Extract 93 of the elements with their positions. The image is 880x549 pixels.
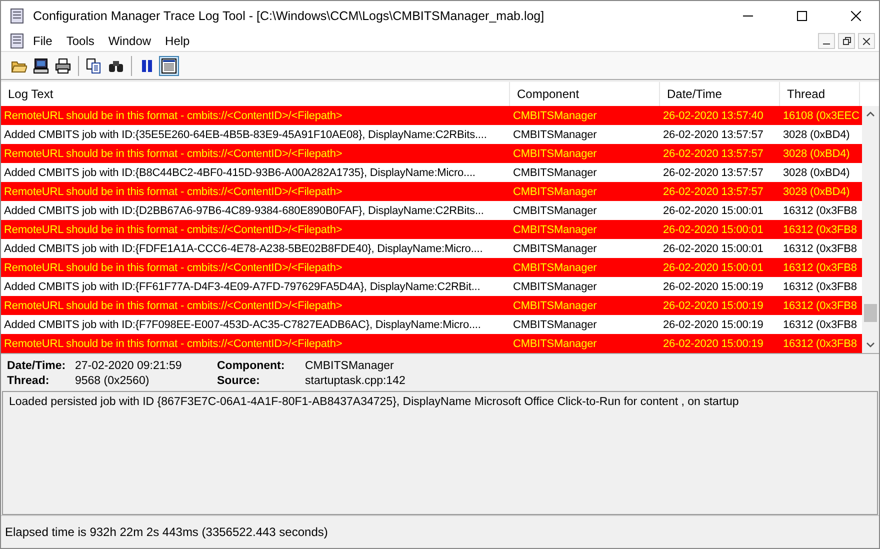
table-cell-text: RemoteURL should be in this format - cmbits://<ContentID>/<Filepath> (3, 108, 344, 124)
table-cell-text: RemoteURL should be in this format - cmbits://<ContentID>/<Filepath> (3, 222, 344, 238)
table-cell-text: 26-02-2020 15:00:19 (662, 318, 764, 332)
window-title: Configuration Manager Trace Log Tool - [C:\Windows\CCM\Logs\CMBITSManager_mab.log] (33, 9, 546, 23)
table-cell-text: Added CMBITS job with ID:{F7F098EE-E007-453D-AC35-C7827EADB6AC}, DisplayName:Micro.... (3, 318, 482, 332)
app-icon (9, 8, 25, 24)
table-cell-text: 16312 (0x3FB8 (782, 336, 858, 352)
table-cell-text: 16108 (0x3EEC (782, 108, 860, 124)
copy-icon (86, 58, 102, 74)
printer-icon (55, 58, 71, 74)
minimize-button[interactable] (818, 33, 835, 49)
table-cell-text: RemoteURL should be in this format - cmbits://<ContentID>/<Filepath> (3, 336, 344, 352)
table-cell-text: 3028 (0xBD4) (782, 146, 851, 162)
window-icon (161, 58, 177, 74)
table-cell-text: 26-02-2020 15:00:19 (662, 336, 764, 352)
table-cell-text: 16312 (0x3FB8 (782, 260, 858, 276)
table-cell-text: CMBITSManager (512, 128, 598, 142)
table-cell-text: 26-02-2020 15:00:01 (662, 260, 764, 276)
table-cell-text: RemoteURL should be in this format - cmbits://<ContentID>/<Filepath> (3, 184, 344, 200)
table-cell-text: CMBITSManager (512, 222, 598, 238)
table-cell-text: 16312 (0x3FB8 (782, 242, 858, 256)
table-cell-text: Added CMBITS job with ID:{B8C44BC2-4BF0-415D-93B6-A00A282A1735}, DisplayName:Micro.... (3, 166, 476, 180)
table-cell-text: 26-02-2020 15:00:01 (662, 204, 764, 218)
restore-icon (842, 37, 850, 45)
table-cell-text: CMBITSManager (512, 336, 598, 352)
printer-button[interactable] (53, 56, 73, 76)
table-cell-text: CMBITSManager (512, 166, 598, 180)
field-label: Component: (217, 360, 286, 372)
table-cell-text: 3028 (0xBD4) (782, 184, 851, 200)
table-cell-text: 3028 (0xBD4) (782, 166, 851, 180)
menu-item[interactable]: Window (102, 34, 158, 48)
table-cell-text: 26-02-2020 15:00:19 (662, 280, 764, 294)
field-label: Source: (217, 375, 261, 387)
table-cell-text: 26-02-2020 13:57:57 (662, 128, 764, 142)
error-row[interactable]: RemoteURL should be in this format - cmbits://<ContentID>/<Filepath> CMBITSManager 26-02-2020 13:57:57 3028 (0xBD4) (1, 182, 862, 201)
table-cell-text: RemoteURL should be in this format - cmbits://<ContentID>/<Filepath> (3, 146, 344, 162)
table-cell-text: 16312 (0x3FB8 (782, 204, 858, 218)
computer-button[interactable] (31, 56, 51, 76)
pause-icon (139, 58, 155, 74)
close-icon (863, 38, 870, 44)
field-value: startuptask.cpp:142 (305, 375, 406, 387)
field-label: Thread: (7, 375, 50, 387)
table-cell-text: CMBITSManager (512, 108, 598, 124)
table-cell-text: Added CMBITS job with ID:{35E5E260-64EB-4B5B-83E9-45A91F10AE08}, DisplayName:C2RBits.... (3, 128, 488, 142)
maximize-icon[interactable] (797, 11, 807, 21)
menu-item[interactable]: File (27, 34, 58, 48)
field-value: CMBITSManager (305, 360, 395, 372)
table-cell-text: 26-02-2020 13:57:40 (662, 108, 764, 124)
error-row[interactable]: RemoteURL should be in this format - cmbits://<ContentID>/<Filepath> CMBITSManager 26-02-2020 15:00:19 16312 (0x3FB8 (1, 334, 862, 353)
field-label: Date/Time: (7, 360, 67, 372)
close-button[interactable] (858, 33, 875, 49)
window-button[interactable] (159, 56, 179, 76)
table-cell-text: CMBITSManager (512, 280, 598, 294)
table-cell-text: RemoteURL should be in this format - cmbits://<ContentID>/<Filepath> (3, 298, 344, 314)
menu-item[interactable]: Help (159, 34, 196, 48)
table-cell-text: CMBITSManager (512, 260, 598, 276)
table-cell-text: RemoteURL should be in this format - cmbits://<ContentID>/<Filepath> (3, 260, 344, 276)
scroll-thumb[interactable] (864, 304, 877, 322)
error-row[interactable]: RemoteURL should be in this format - cmbits://<ContentID>/<Filepath> CMBITSManager 26-02-2020 13:57:57 3028 (0xBD4) (1, 144, 862, 163)
restore-button[interactable] (838, 33, 855, 49)
message-text: Loaded persisted job with ID {867F3E7C-06A1-4A1F-80F1-AB8437A34725}, DisplayName Microsoft Office Click-to-Run for content , on startup (2, 391, 878, 515)
table-cell-text: CMBITSManager (512, 242, 598, 256)
field-value: 9568 (0x2560) (75, 375, 150, 387)
table-cell-text: Added CMBITS job with ID:{FDFE1A1A-CCC6-4E78-A238-5BE02B8FDE40}, DisplayName:Micro.... (3, 242, 484, 256)
app-icon (9, 33, 25, 49)
table-cell-text: 16312 (0x3FB8 (782, 280, 858, 294)
menu-item[interactable]: Tools (60, 34, 100, 48)
table-cell-text: 26-02-2020 13:57:57 (662, 184, 764, 200)
scrollbar[interactable] (862, 82, 879, 353)
table-cell-text: Added CMBITS job with ID:{D2BB67A6-97B6-4C89-9384-680E890B0FAF}, DisplayName:C2RBits... (3, 204, 485, 218)
table-cell-text: 16312 (0x3FB8 (782, 318, 858, 332)
status-text: Elapsed time is 932h 22m 2s 443ms (3356522.443 seconds) (1, 515, 879, 548)
table-cell-text: CMBITSManager (512, 184, 598, 200)
error-row[interactable]: RemoteURL should be in this format - cmbits://<ContentID>/<Filepath> CMBITSManager 26-02-2020 15:00:01 16312 (0x3FB8 (1, 258, 862, 277)
table-cell-text: 26-02-2020 15:00:01 (662, 222, 764, 238)
table-cell-text: 3028 (0xBD4) (782, 128, 851, 142)
table-cell-text: 26-02-2020 13:57:57 (662, 166, 764, 180)
table-cell-text: 26-02-2020 15:00:19 (662, 298, 764, 314)
table-cell-text: Added CMBITS job with ID:{FF61F77A-D4F3-4E09-A7FD-797629FA5D4A}, DisplayName:C2RBit... (3, 280, 482, 294)
table-cell-text: 16312 (0x3FB8 (782, 298, 858, 314)
table-cell-text: 26-02-2020 15:00:01 (662, 242, 764, 256)
table-cell-text: CMBITSManager (512, 204, 598, 218)
error-row[interactable]: RemoteURL should be in this format - cmbits://<ContentID>/<Filepath> CMBITSManager 26-02-2020 15:00:01 16312 (0x3FB8 (1, 220, 862, 239)
field-value: 27-02-2020 09:21:59 (75, 360, 183, 372)
table-cell-text: 26-02-2020 13:57:57 (662, 146, 764, 162)
table-cell-text: CMBITSManager (512, 146, 598, 162)
close-icon[interactable] (851, 11, 861, 21)
table-cell-text: CMBITSManager (512, 298, 598, 314)
error-row[interactable]: RemoteURL should be in this format - cmbits://<ContentID>/<Filepath> CMBITSManager 26-02-2020 15:00:19 16312 (0x3FB8 (1, 296, 862, 315)
table-cell-text: CMBITSManager (512, 318, 598, 332)
table-cell-text: 16312 (0x3FB8 (782, 222, 858, 238)
error-row[interactable]: RemoteURL should be in this format - cmbits://<ContentID>/<Filepath> CMBITSManager 26-02-2020 13:57:40 16108 (0x3EEC (1, 106, 862, 125)
computer-icon (33, 58, 49, 74)
